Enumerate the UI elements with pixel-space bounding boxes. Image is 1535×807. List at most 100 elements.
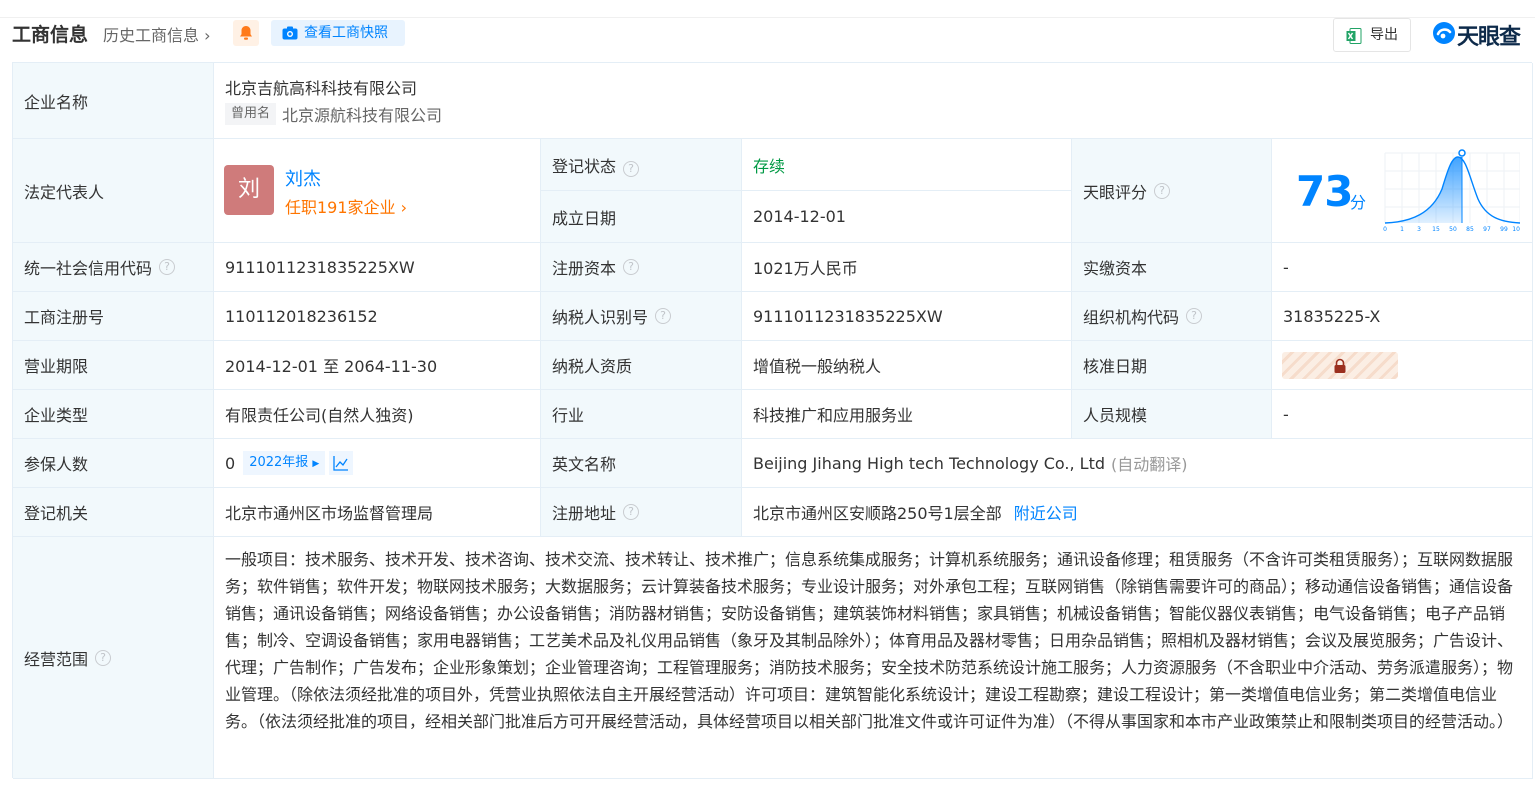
legal-rep-positions-link[interactable]: 任职191家企业 › <box>285 194 407 218</box>
lock-icon <box>1334 358 1346 373</box>
scope-label-cell: 经营范围? <box>13 537 214 779</box>
field-label: 核准日期 <box>1083 357 1148 376</box>
history-link[interactable]: 历史工商信息 › <box>103 22 211 46</box>
insured-label: 参保人数 <box>24 455 89 474</box>
excel-icon <box>1346 28 1362 44</box>
english-name-cell: Beijing Jihang High tech Technology Co.,… <box>742 439 1533 488</box>
field-label: 营业期限 <box>24 357 89 376</box>
address-label-cell: 注册地址? <box>541 488 742 537</box>
field-label: 纳税人识别号 <box>552 308 649 327</box>
scope-label: 经营范围 <box>24 649 89 669</box>
company-name-label: 企业名称 <box>24 92 89 112</box>
field-value-cell-r0-c0: 911101123183522​5XW <box>214 243 541 292</box>
top-bar <box>0 0 1535 18</box>
founded-label-cell: 成立日期 <box>541 191 742 243</box>
history-label: 历史工商信息 <box>103 26 200 45</box>
field-label: 统一社会信用代码 <box>24 259 153 278</box>
legal-rep-positions: 任职191家企业 <box>285 198 396 217</box>
field-label-cell-r1-c1: 纳税人识别号? <box>541 292 742 341</box>
section-title: 工商信息 <box>12 24 89 46</box>
legal-rep-cell: 刘 刘杰 任职191家企业 › <box>214 139 541 243</box>
field-value-cell-r2-c1: 增值税一般纳税人 <box>742 341 1072 390</box>
chart-tick-label: 99 <box>1500 226 1508 233</box>
camera-icon <box>282 26 298 40</box>
authority-value-cell: 北京市通州区市场监督管理局 <box>214 488 541 537</box>
field-value: 911101123183522​5XW <box>225 257 415 277</box>
help-icon[interactable]: ? <box>623 259 640 275</box>
company-name-label-cell: 企业名称 <box>13 63 214 139</box>
insured-value: 0 <box>225 453 236 473</box>
authority-value: 北京市通州区市场监督管理局 <box>225 504 434 523</box>
former-name-row: 曾用名 北京源航科技有限公司 <box>225 102 442 126</box>
chart-tick-label: 85 <box>1466 226 1474 233</box>
help-icon[interactable]: ? <box>159 259 176 275</box>
bell-icon <box>240 26 252 40</box>
export-button[interactable]: 导出 <box>1333 18 1411 52</box>
field-value: 31835225-X <box>1283 306 1381 326</box>
field-label: 行业 <box>552 406 585 425</box>
chart-ticks: 0 1 3 15 50 85 97 99 100 <box>1383 226 1520 233</box>
line-chart-icon <box>333 456 349 471</box>
company-name-cell: 北京吉航高科科技有限公司 曾用名 北京源航科技有限公司 <box>214 63 1533 139</box>
field-label-cell-r1-c0: 工商注册号 <box>13 292 214 341</box>
founded-value-cell: 2014-12-01 <box>742 191 1072 243</box>
english-name-label: 英文名称 <box>552 455 617 474</box>
annual-report-year-dropdown[interactable]: 2022年报 ▶ <box>243 451 326 475</box>
auto-translate-note: (自动翻译) <box>1111 455 1188 474</box>
chart-tick-label: 97 <box>1483 226 1491 233</box>
field-value: 2014-12-01 至 2064-11-30 <box>225 357 438 376</box>
monitor-bell-button[interactable] <box>233 20 259 46</box>
vip-locked-value[interactable] <box>1282 352 1398 379</box>
tianyancha-logo-icon <box>1433 22 1455 44</box>
insured-value-cell: 0 2022年报 ▶ <box>214 439 541 488</box>
founded-value: 2014-12-01 <box>753 207 846 226</box>
field-value: 1021万人民币 <box>753 259 858 278</box>
legal-rep-label: 法定代表人 <box>24 182 105 202</box>
help-icon[interactable]: ? <box>95 649 112 666</box>
field-label-cell-r2-c0: 营业期限 <box>13 341 214 390</box>
tianyan-score-value: 73 <box>1296 167 1353 216</box>
avatar[interactable]: 刘 <box>224 165 274 215</box>
field-value-cell-r1-c0: 110112018236152 <box>214 292 541 341</box>
field-label: 组织机构代码 <box>1083 308 1180 327</box>
help-icon[interactable]: ? <box>655 308 672 324</box>
company-name[interactable]: 北京吉航高科科技有限公司 <box>225 75 417 99</box>
business-scope-text: 一般项目：技术服务、技术开发、技术咨询、技术交流、技术转让、技术推广；信息系统集… <box>225 550 1514 731</box>
former-name: 北京源航科技有限公司 <box>282 106 443 125</box>
field-label-cell-r1-c2: 组织机构代码? <box>1072 292 1272 341</box>
nearby-companies-link[interactable]: 附近公司 <box>1014 500 1078 524</box>
former-name-tag: 曾用名 <box>225 103 277 125</box>
tianyan-score-label-cell: 天眼评分? <box>1072 139 1272 243</box>
address-value-cell: 北京市通州区安顺路250号1层全部 附近公司 <box>742 488 1533 537</box>
field-value-cell-r1-c2: 31835225-X <box>1272 292 1533 341</box>
field-value-cell-r2-c2 <box>1272 341 1533 390</box>
snapshot-button[interactable]: 查看工商快照 <box>271 20 405 46</box>
field-label: 注册资本 <box>552 259 617 278</box>
help-icon[interactable]: ? <box>1186 308 1203 324</box>
help-icon[interactable]: ? <box>623 161 640 177</box>
authority-label-cell: 登记机关 <box>13 488 214 537</box>
trend-chart-button[interactable] <box>329 451 354 475</box>
field-value: 911101123183522​5XW <box>753 306 943 326</box>
brand-name: 天眼查 <box>1457 25 1521 50</box>
export-label: 导出 <box>1370 27 1398 43</box>
caret-right-icon: ▶ <box>312 459 320 469</box>
section-header: 工商信息 历史工商信息 › 查看工商快照 导出 天眼查 <box>12 18 1532 52</box>
help-icon[interactable]: ? <box>623 504 640 520</box>
status-value: 存续 <box>753 157 786 176</box>
field-label: 实缴资本 <box>1083 259 1148 278</box>
chart-tick-label: 3 <box>1417 226 1421 233</box>
field-label: 工商注册号 <box>24 308 105 327</box>
chart-tick-label: 1 <box>1400 226 1404 233</box>
legal-rep-name[interactable]: 刘杰 <box>285 165 321 191</box>
annual-report-year: 2022年报 <box>249 455 309 470</box>
tianyan-score-label: 天眼评分 <box>1083 182 1148 202</box>
field-value-cell-r3-c2: - <box>1272 390 1533 439</box>
field-label: 人员规模 <box>1083 406 1148 425</box>
insured-label-cell: 参保人数 <box>13 439 214 488</box>
help-icon[interactable]: ? <box>1154 182 1171 199</box>
tianyan-score-cell[interactable]: 73 分 0 1 3 15 50 85 97 99 100 <box>1272 139 1533 243</box>
score-area <box>1385 157 1462 223</box>
address-label: 注册地址 <box>552 504 617 523</box>
field-label-cell-r3-c2: 人员规模 <box>1072 390 1272 439</box>
